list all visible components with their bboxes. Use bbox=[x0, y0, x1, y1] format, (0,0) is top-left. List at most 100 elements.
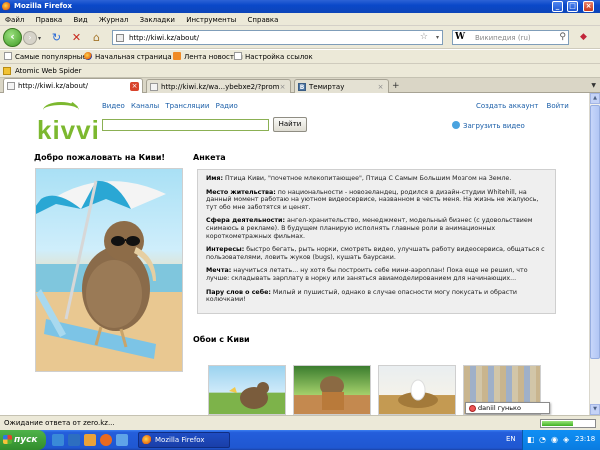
profile-residence: Место жительства: по национальности - но… bbox=[206, 188, 539, 211]
forward-button[interactable]: › bbox=[23, 31, 37, 45]
login-link[interactable]: Войти bbox=[547, 102, 569, 110]
system-tray: ◧ ◔ ◉ ◈ 23:18 bbox=[522, 430, 600, 450]
menu-view[interactable]: Вид bbox=[68, 13, 91, 24]
wallpaper-1-image bbox=[229, 382, 269, 409]
scrollbar-thumb[interactable] bbox=[590, 105, 600, 359]
wallpapers-heading: Обои с Киви bbox=[193, 335, 250, 344]
minimize-button[interactable]: _ bbox=[552, 1, 563, 12]
addon-icon[interactable]: ◆ bbox=[580, 32, 587, 42]
site-nav: Видео Каналы Трансляции Радио bbox=[102, 102, 242, 110]
navigation-toolbar: ‹ › ▾ ↻ ✕ ⌂ http://kiwi.kz/about/ ☆ ▾ W … bbox=[0, 26, 600, 49]
firefox-icon bbox=[84, 52, 92, 60]
menu-help[interactable]: Справка bbox=[243, 13, 283, 24]
history-dropdown-icon[interactable]: ▾ bbox=[38, 35, 41, 42]
list-all-tabs-icon[interactable]: ▼ bbox=[591, 82, 596, 89]
quicklaunch-desktop-icon[interactable] bbox=[52, 434, 64, 446]
close-tab-icon[interactable]: × bbox=[278, 83, 287, 92]
profile-box: Имя: Птица Киви, "почетное млекопитающее… bbox=[197, 169, 556, 314]
volume-icon[interactable]: ◔ bbox=[539, 435, 546, 444]
wallpaper-2-image bbox=[320, 376, 344, 410]
bookmark-news-feed[interactable]: Лента новостей bbox=[173, 52, 243, 62]
title-bar: Mozilla Firefox _ □ × bbox=[0, 0, 600, 13]
wikipedia-engine-icon[interactable]: W bbox=[455, 32, 469, 43]
profile-name: Имя: Птица Киви, "почетное млекопитающее… bbox=[206, 175, 512, 182]
maximize-button[interactable]: □ bbox=[567, 1, 578, 12]
bookmark-link-settings[interactable]: Настройка ссылок bbox=[234, 52, 313, 62]
window-title: Mozilla Firefox bbox=[14, 2, 72, 10]
page-viewport: kivvi Видео Каналы Трансляции Радио Созд… bbox=[0, 93, 589, 415]
bookmark-start-page[interactable]: Начальная страница bbox=[84, 52, 172, 62]
language-indicator[interactable]: EN bbox=[506, 435, 516, 443]
tab-kiwi-about[interactable]: http://kiwi.kz/about/ × bbox=[3, 78, 143, 93]
wallpaper-thumbnail-1[interactable] bbox=[208, 365, 286, 415]
scroll-up-icon[interactable]: ▲ bbox=[590, 93, 600, 104]
search-icon[interactable]: ⚲ bbox=[559, 32, 566, 42]
site-identity-icon[interactable] bbox=[116, 34, 124, 42]
kivvi-logo[interactable]: kivvi bbox=[37, 101, 99, 148]
start-button[interactable]: пуск bbox=[0, 430, 46, 450]
menu-tools[interactable]: Инструменты bbox=[181, 13, 240, 24]
wallpaper-thumbnail-3[interactable] bbox=[378, 365, 456, 415]
quicklaunch-ie-icon[interactable] bbox=[68, 434, 80, 446]
bookmarks-toolbar: Самые популярные Начальная страница Лент… bbox=[0, 50, 600, 64]
bookmark-most-visited[interactable]: Самые популярные bbox=[4, 52, 87, 62]
nav-video[interactable]: Видео bbox=[102, 102, 125, 110]
wallpaper-thumbnail-2[interactable] bbox=[293, 365, 371, 415]
profile-occupation: Сфера деятельности: ангел-хранительство,… bbox=[206, 217, 533, 240]
create-account-link[interactable]: Создать аккаунт bbox=[476, 102, 538, 110]
upload-video-link[interactable]: Загрузить видео bbox=[452, 121, 525, 130]
close-tab-icon[interactable]: × bbox=[130, 82, 139, 91]
menu-bar: Файл Правка Вид Журнал Закладки Инструме… bbox=[0, 13, 600, 26]
search-button[interactable]: Найти bbox=[273, 117, 307, 132]
stop-icon[interactable]: ✕ bbox=[70, 31, 83, 44]
page-icon bbox=[4, 52, 12, 60]
status-bar: Ожидание ответа от zero.kz... bbox=[0, 415, 600, 430]
menu-history[interactable]: Журнал bbox=[94, 13, 132, 24]
clock[interactable]: 23:18 bbox=[575, 435, 595, 443]
site-search-input[interactable] bbox=[102, 119, 269, 131]
taskbar-firefox-button[interactable]: Mozilla Firefox bbox=[138, 432, 230, 448]
nav-broadcasts[interactable]: Трансляции bbox=[165, 102, 209, 110]
page-scrollbar[interactable]: ▲ ▼ bbox=[589, 93, 600, 415]
menu-file[interactable]: Файл bbox=[0, 13, 28, 24]
status-text: Ожидание ответа от zero.kz... bbox=[4, 419, 115, 427]
url-dropdown-icon[interactable]: ▾ bbox=[436, 34, 439, 41]
spider-icon[interactable] bbox=[3, 67, 11, 75]
back-button[interactable]: ‹ bbox=[3, 28, 22, 47]
quicklaunch-explorer-icon[interactable] bbox=[116, 434, 128, 446]
new-tab-button[interactable]: + bbox=[392, 81, 400, 91]
search-placeholder[interactable]: Википедия (ru) bbox=[475, 34, 531, 42]
scroll-down-icon[interactable]: ▼ bbox=[590, 404, 600, 415]
quicklaunch-firefox-icon[interactable] bbox=[100, 434, 112, 446]
profile-heading: Анкета bbox=[193, 153, 226, 162]
network-icon[interactable]: ◧ bbox=[527, 435, 535, 444]
tab-kiwi-watch[interactable]: http://kiwi.kz/wa...ybebxe2/?promote × bbox=[146, 79, 291, 93]
tab-strip: http://kiwi.kz/about/ × http://kiwi.kz/w… bbox=[0, 78, 600, 93]
account-links: Создать аккаунт Войти bbox=[470, 102, 569, 110]
close-window-button[interactable]: × bbox=[583, 1, 594, 12]
profile-interests: Интересы: быстро бегать, рыть норки, смо… bbox=[206, 246, 545, 261]
nav-channels[interactable]: Каналы bbox=[131, 102, 159, 110]
home-icon[interactable]: ⌂ bbox=[90, 31, 103, 44]
close-tab-icon[interactable]: × bbox=[376, 83, 385, 92]
nav-radio[interactable]: Радио bbox=[216, 102, 238, 110]
user-status-icon bbox=[469, 405, 476, 412]
firefox-icon bbox=[142, 435, 152, 445]
page-icon bbox=[234, 52, 242, 60]
tab-temirtau[interactable]: B Темиртау × bbox=[294, 79, 389, 93]
update-icon[interactable]: ◈ bbox=[563, 435, 569, 444]
url-bar[interactable]: http://kiwi.kz/about/ ☆ ▾ bbox=[112, 30, 443, 45]
quicklaunch-media-icon[interactable] bbox=[84, 434, 96, 446]
rss-icon bbox=[173, 52, 181, 60]
menu-edit[interactable]: Правка bbox=[31, 13, 67, 24]
wallpaper-3-image bbox=[398, 379, 438, 408]
bookmark-star-icon[interactable]: ☆ bbox=[420, 32, 428, 42]
search-bar[interactable]: W Википедия (ru) ⚲ bbox=[452, 30, 569, 45]
kiwi-on-beach-image bbox=[36, 180, 182, 371]
security-icon[interactable]: ◉ bbox=[551, 435, 558, 444]
url-text[interactable]: http://kiwi.kz/about/ bbox=[129, 34, 199, 42]
extension-label[interactable]: Atomic Web Spider bbox=[15, 67, 81, 75]
reload-icon[interactable]: ↻ bbox=[50, 31, 63, 44]
firefox-logo-icon bbox=[2, 2, 11, 11]
menu-bookmarks[interactable]: Закладки bbox=[135, 13, 179, 24]
